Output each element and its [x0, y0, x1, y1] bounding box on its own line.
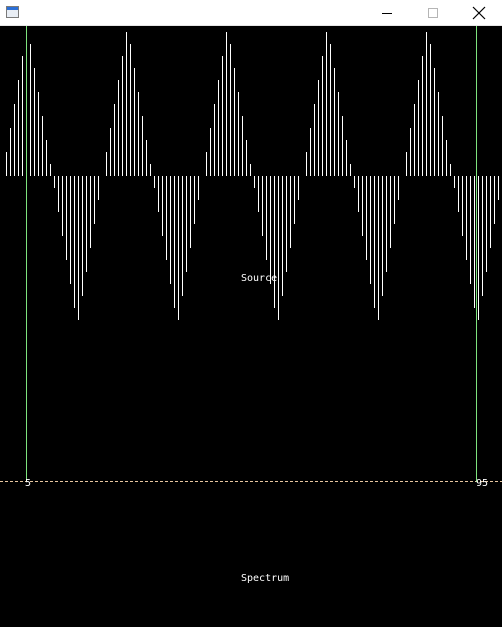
plot-canvas: Source Spectrum 5 95 [0, 26, 502, 627]
left-marker-label: 5 [25, 478, 32, 489]
close-icon [472, 6, 486, 20]
maximize-button[interactable] [410, 0, 456, 26]
source-label: Source [241, 273, 278, 284]
plot-surface [0, 26, 502, 482]
close-button[interactable] [456, 0, 502, 26]
app-window: Source Spectrum 5 95 [0, 0, 502, 627]
title-bar[interactable] [0, 0, 502, 26]
spectrum-label: Spectrum [241, 573, 290, 584]
maximize-icon [428, 8, 438, 18]
minimize-icon [382, 13, 392, 14]
right-marker-label: 95 [476, 478, 489, 489]
minimize-button[interactable] [364, 0, 410, 26]
app-icon [6, 6, 19, 18]
